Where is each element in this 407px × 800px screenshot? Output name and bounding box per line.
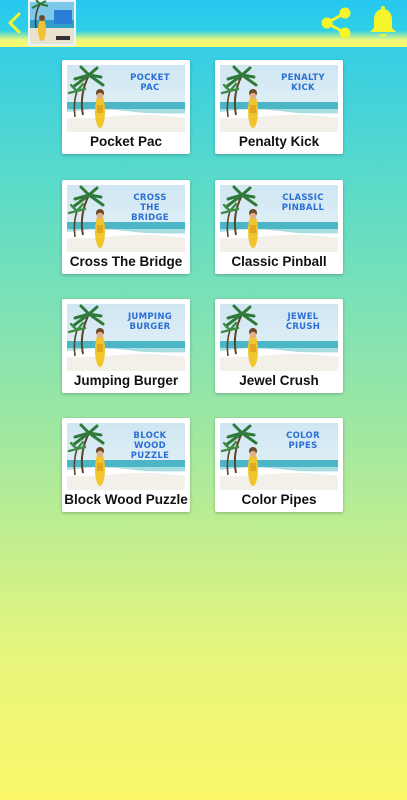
game-thumbnail-caption: JUMPING BURGER (127, 312, 173, 332)
game-card-jumping-burger[interactable]: JUMPING BURGER Jumping Burger (62, 299, 190, 393)
game-card-color-pipes[interactable]: COLOR PIPES Color Pipes (215, 418, 343, 512)
game-thumbnail: CLASSIC PINBALL (220, 185, 338, 252)
game-card-penalty-kick[interactable]: PENALTY KICK Penalty Kick (215, 60, 343, 154)
share-button[interactable] (318, 6, 354, 40)
game-thumbnail: JUMPING BURGER (67, 304, 185, 371)
game-thumbnail-caption: POCKET PAC (130, 73, 170, 93)
game-thumbnail: BLOCK WOOD PUZZLE (67, 423, 185, 490)
game-thumbnail: POCKET PAC (67, 65, 185, 132)
game-title: Block Wood Puzzle (64, 492, 188, 507)
game-thumbnail-caption: CLASSIC PINBALL (281, 193, 325, 213)
chevron-left-icon (8, 12, 21, 34)
game-thumbnail: COLOR PIPES (220, 423, 338, 490)
game-card-cross-the-bridge[interactable]: CROSS THE BRIDGE Cross The Bridge (62, 180, 190, 274)
game-title: Cross The Bridge (69, 254, 183, 269)
game-thumbnail: JEWEL CRUSH (220, 304, 338, 371)
game-card-classic-pinball[interactable]: CLASSIC PINBALL Classic Pinball (215, 180, 343, 274)
app-logo-image (28, 0, 76, 46)
game-title: Pocket Pac (89, 134, 163, 149)
game-title: Color Pipes (241, 492, 317, 507)
game-title: Jewel Crush (239, 373, 319, 388)
game-card-block-wood-puzzle[interactable]: BLOCK WOOD PUZZLE Block Wood Puzzle (62, 418, 190, 512)
game-thumbnail-caption: PENALTY KICK (281, 73, 325, 93)
game-card-pocket-pac[interactable]: POCKET PAC Pocket Pac (62, 60, 190, 154)
bell-icon (370, 6, 396, 37)
game-thumbnail-caption: CROSS THE BRIDGE (131, 193, 169, 223)
game-thumbnail: PENALTY KICK (220, 65, 338, 132)
game-title: Jumping Burger (73, 373, 179, 388)
share-icon (321, 7, 351, 39)
game-thumbnail-caption: BLOCK WOOD PUZZLE (130, 431, 170, 461)
game-thumbnail-caption: JEWEL CRUSH (285, 312, 321, 332)
game-thumbnail-caption: COLOR PIPES (286, 431, 320, 451)
game-title: Classic Pinball (231, 254, 327, 269)
game-card-jewel-crush[interactable]: JEWEL CRUSH Jewel Crush (215, 299, 343, 393)
game-thumbnail: CROSS THE BRIDGE (67, 185, 185, 252)
notification-button[interactable] (367, 6, 399, 40)
game-title: Penalty Kick (238, 134, 320, 149)
back-button[interactable] (4, 10, 26, 36)
app-toolbar (0, 0, 407, 47)
